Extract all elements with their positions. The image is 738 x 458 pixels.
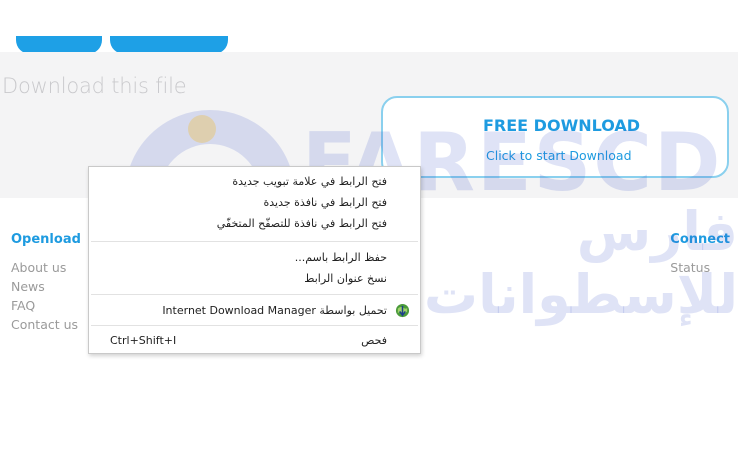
menu-item-save-link-as[interactable]: حفظ الرابط باسم... bbox=[89, 249, 420, 268]
footer-link-faq[interactable]: FAQ bbox=[11, 296, 81, 315]
download-heading: Download this file bbox=[2, 74, 187, 98]
menu-item-label: فتح الرابط في نافذة للتصفّح المتخفّي bbox=[216, 217, 387, 230]
context-menu: فتح الرابط في علامة تبويب جديدة فتح الرا… bbox=[88, 166, 421, 354]
menu-item-label: فتح الرابط في علامة تبويب جديدة bbox=[232, 175, 387, 188]
menu-item-open-new-window[interactable]: فتح الرابط في نافذة جديدة bbox=[89, 194, 420, 213]
footer-title: Openload bbox=[11, 232, 81, 247]
footer-column-openload: Openload About us News FAQ Contact us bbox=[11, 232, 81, 334]
footer-link-contact[interactable]: Contact us bbox=[11, 315, 81, 334]
menu-item-open-new-tab[interactable]: فتح الرابط في علامة تبويب جديدة bbox=[89, 173, 420, 192]
menu-item-label: فتح الرابط في نافذة جديدة bbox=[263, 196, 387, 209]
menu-item-shortcut: Ctrl+Shift+I bbox=[110, 334, 177, 347]
idm-globe-icon bbox=[395, 303, 410, 318]
menu-item-label: تحميل بواسطة Internet Download Manager bbox=[162, 304, 387, 317]
menu-item-open-incognito[interactable]: فتح الرابط في نافذة للتصفّح المتخفّي bbox=[89, 215, 420, 234]
menu-separator bbox=[91, 325, 418, 326]
footer-link-about[interactable]: About us bbox=[11, 258, 81, 277]
menu-separator bbox=[91, 241, 418, 242]
menu-separator bbox=[91, 294, 418, 295]
menu-item-copy-link[interactable]: نسخ عنوان الرابط bbox=[89, 270, 420, 289]
menu-item-label: نسخ عنوان الرابط bbox=[304, 272, 387, 285]
menu-item-inspect[interactable]: فحص Ctrl+Shift+I bbox=[89, 332, 420, 351]
menu-item-idm-download[interactable]: تحميل بواسطة Internet Download Manager bbox=[89, 302, 420, 321]
footer-link-news[interactable]: News bbox=[11, 277, 81, 296]
menu-item-label: فحص bbox=[361, 334, 387, 347]
menu-item-label: حفظ الرابط باسم... bbox=[294, 251, 387, 264]
top-bar bbox=[0, 0, 738, 54]
